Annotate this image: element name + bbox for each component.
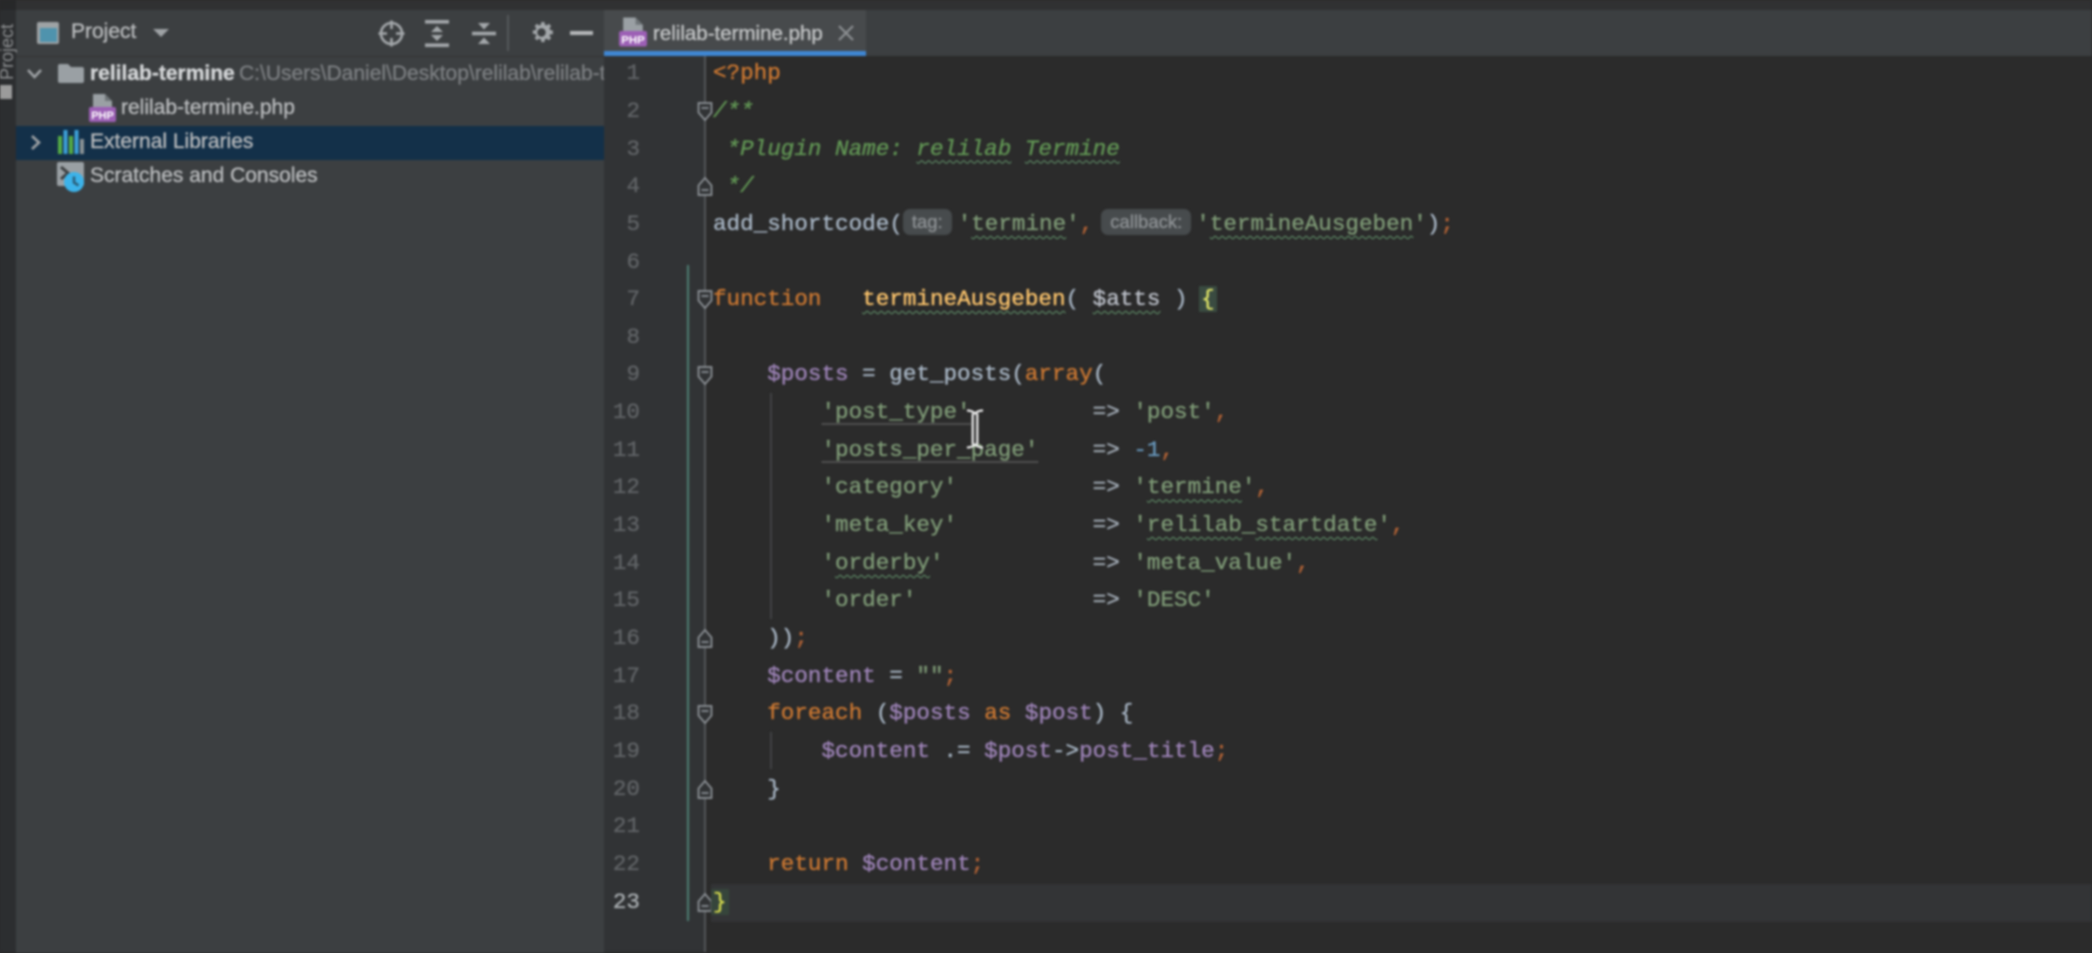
svg-text:PHP: PHP: [91, 110, 114, 122]
svg-text:PHP: PHP: [621, 34, 645, 46]
